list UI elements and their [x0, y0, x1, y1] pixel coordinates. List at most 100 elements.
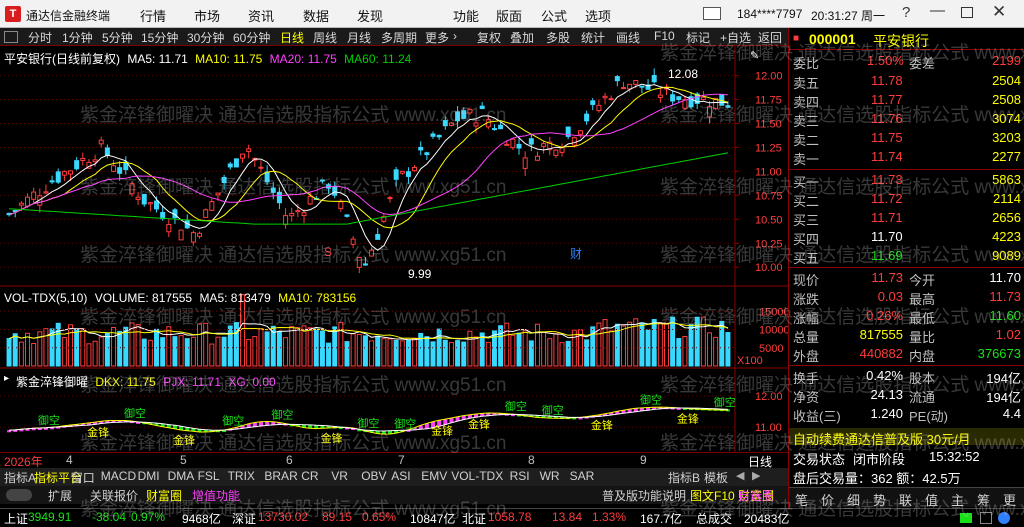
minimize-icon[interactable]: —	[930, 2, 945, 19]
indicator-tab-3[interactable]: MACD	[101, 469, 136, 483]
promo-text[interactable]: 自动续费通达信普及版 30元/月	[793, 429, 971, 448]
menu-formula[interactable]: 公式	[541, 6, 567, 25]
candle-body	[405, 171, 411, 177]
envelope-icon[interactable]	[703, 7, 721, 20]
tab-multi-period[interactable]: 多周期	[381, 29, 417, 46]
quote-btn-1[interactable]: 价	[821, 490, 834, 509]
quote-btn-3[interactable]: 势	[873, 490, 886, 509]
indicator-tab-15[interactable]: RSI	[510, 469, 530, 483]
user-id[interactable]: 184****7797	[737, 7, 802, 21]
btn-back[interactable]: 返回	[758, 29, 782, 46]
ask-row[interactable]: 卖四 11.77 2508	[789, 91, 1024, 110]
tab-monthly[interactable]: 月线	[347, 29, 371, 46]
candle-body	[614, 76, 620, 82]
quote-btn-5[interactable]: 值	[925, 490, 938, 509]
tab-1min[interactable]: 1分钟	[62, 29, 93, 46]
menu-options[interactable]: 选项	[585, 6, 611, 25]
tab-prev-icon[interactable]: ◀	[736, 469, 744, 482]
cai-marker[interactable]: 财	[570, 245, 582, 262]
indicator-tab-2[interactable]: 窗口	[71, 469, 95, 486]
quote-btn-4[interactable]: 联	[899, 490, 912, 509]
close-icon[interactable]: ✕	[992, 2, 1006, 22]
chart-area[interactable]: 12.00 11.75 11.50 11.25 11.00 10.75 10.50 10.25…	[0, 46, 788, 452]
menu-discover[interactable]: 发现	[357, 6, 383, 25]
candle-body	[510, 138, 516, 149]
tab-weekly[interactable]: 周线	[313, 29, 337, 46]
tab-5min[interactable]: 5分钟	[102, 29, 133, 46]
link-expand[interactable]: 扩展	[48, 487, 72, 504]
btn-overlay[interactable]: 叠加	[510, 29, 534, 46]
bid-row[interactable]: 买五 11.69 9089	[789, 247, 1024, 266]
btn-statistics[interactable]: 统计	[581, 29, 605, 46]
menu-function[interactable]: 功能	[453, 6, 479, 25]
tab-indicator-b[interactable]: 指标B	[668, 469, 700, 486]
link-intro[interactable]: 普及版功能说明	[602, 487, 686, 504]
tab-template[interactable]: 模板	[704, 469, 728, 486]
tab-daily[interactable]: 日线	[280, 29, 305, 47]
link-watchlist[interactable]: 自选股	[738, 487, 774, 504]
bz-label[interactable]: 北证	[462, 510, 486, 527]
indicator-tab-13[interactable]: EMV	[421, 469, 447, 483]
menu-layout[interactable]: 版面	[496, 6, 522, 25]
btn-draw-line[interactable]: 画线	[616, 29, 640, 46]
indicator-tab-9[interactable]: CR	[301, 469, 318, 483]
tab-15min[interactable]: 15分钟	[141, 29, 178, 46]
btn-mark[interactable]: 标记	[686, 29, 710, 46]
indicator-tab-17[interactable]: SAR	[570, 469, 595, 483]
menu-hq[interactable]: 行情	[140, 6, 166, 25]
s-marker[interactable]: S	[324, 245, 332, 259]
tab-next-icon[interactable]: ▶	[752, 469, 760, 482]
quote-btn-7[interactable]: 筹	[977, 490, 990, 509]
tab-fenshi[interactable]: 分时	[28, 29, 52, 46]
menu-news[interactable]: 资讯	[248, 6, 274, 25]
indicator-tab-14[interactable]: VOL-TDX	[451, 469, 503, 483]
indicator-tab-11[interactable]: OBV	[361, 469, 386, 483]
help-icon[interactable]: ?	[902, 4, 910, 21]
menu-data[interactable]: 数据	[303, 6, 329, 25]
ask-row[interactable]: 卖五 11.78 2504	[789, 72, 1024, 91]
quote-btn-0[interactable]: 笔	[795, 490, 808, 509]
indicator-toggle-icon[interactable]: ▸	[4, 373, 9, 384]
indicator-tab-10[interactable]: VR	[331, 469, 348, 483]
indicator-tab-4[interactable]: DMI	[138, 469, 160, 483]
indicator-tab-12[interactable]: ASI	[391, 469, 410, 483]
total-value: 20483亿	[744, 512, 790, 526]
tab-30min[interactable]: 30分钟	[187, 29, 224, 46]
link-related-quote[interactable]: 关联报价	[90, 487, 138, 504]
quote-btn-2[interactable]: 细	[847, 490, 860, 509]
btn-add-watchlist[interactable]: +自选	[720, 29, 751, 46]
btn-fuquan[interactable]: 复权	[477, 29, 501, 46]
expand-toggle-icon[interactable]	[6, 489, 32, 501]
quote-btn-6[interactable]: 主	[951, 490, 964, 509]
user-icon[interactable]	[998, 512, 1010, 524]
promo-banner[interactable]: 自动续费通达信普及版 30元/月	[789, 428, 1024, 448]
quote-btn-8[interactable]: 更	[1003, 490, 1016, 509]
indicator-tab-7[interactable]: TRIX	[228, 469, 255, 483]
indicator-tab-6[interactable]: FSL	[198, 469, 220, 483]
indicator-tab-5[interactable]: DMA	[168, 469, 195, 483]
menu-market[interactable]: 市场	[194, 6, 220, 25]
ask-row[interactable]: 卖一 11.74 2277	[789, 148, 1024, 167]
chart-settings-icon[interactable]: ✎	[750, 49, 759, 62]
sh-label[interactable]: 上证	[4, 510, 28, 527]
sz-label[interactable]: 深证	[232, 510, 256, 527]
maximize-icon[interactable]	[961, 7, 973, 18]
btn-f10[interactable]: F10	[654, 29, 675, 43]
indicator-tab-8[interactable]: BRAR	[264, 469, 297, 483]
btn-multi-stock[interactable]: 多股	[546, 29, 570, 46]
ask-row[interactable]: 卖三 11.76 3074	[789, 110, 1024, 129]
ask-row[interactable]: 卖二 11.75 3203	[789, 129, 1024, 148]
bid-row[interactable]: 买二 11.72 2114	[789, 190, 1024, 209]
indicator-tab-16[interactable]: WR	[540, 469, 560, 483]
network-icon[interactable]	[980, 512, 992, 524]
tab-more[interactable]: 更多	[425, 29, 449, 46]
link-wealth-circle[interactable]: 财富圈	[146, 487, 182, 504]
indicator-tab-0[interactable]: 指标A	[4, 469, 36, 486]
bid-row[interactable]: 买三 11.71 2656	[789, 209, 1024, 228]
chart-svg[interactable]: 12.00 11.75 11.50 11.25 11.00 10.75 10.50 10.25…	[0, 46, 788, 452]
chevron-right-icon[interactable]: ›	[453, 29, 457, 43]
link-value-added[interactable]: 增值功能	[192, 487, 240, 504]
tab-60min[interactable]: 60分钟	[233, 29, 270, 46]
bid-row[interactable]: 买一 11.73 5863	[789, 171, 1024, 190]
bid-row[interactable]: 买四 11.70 4223	[789, 228, 1024, 247]
